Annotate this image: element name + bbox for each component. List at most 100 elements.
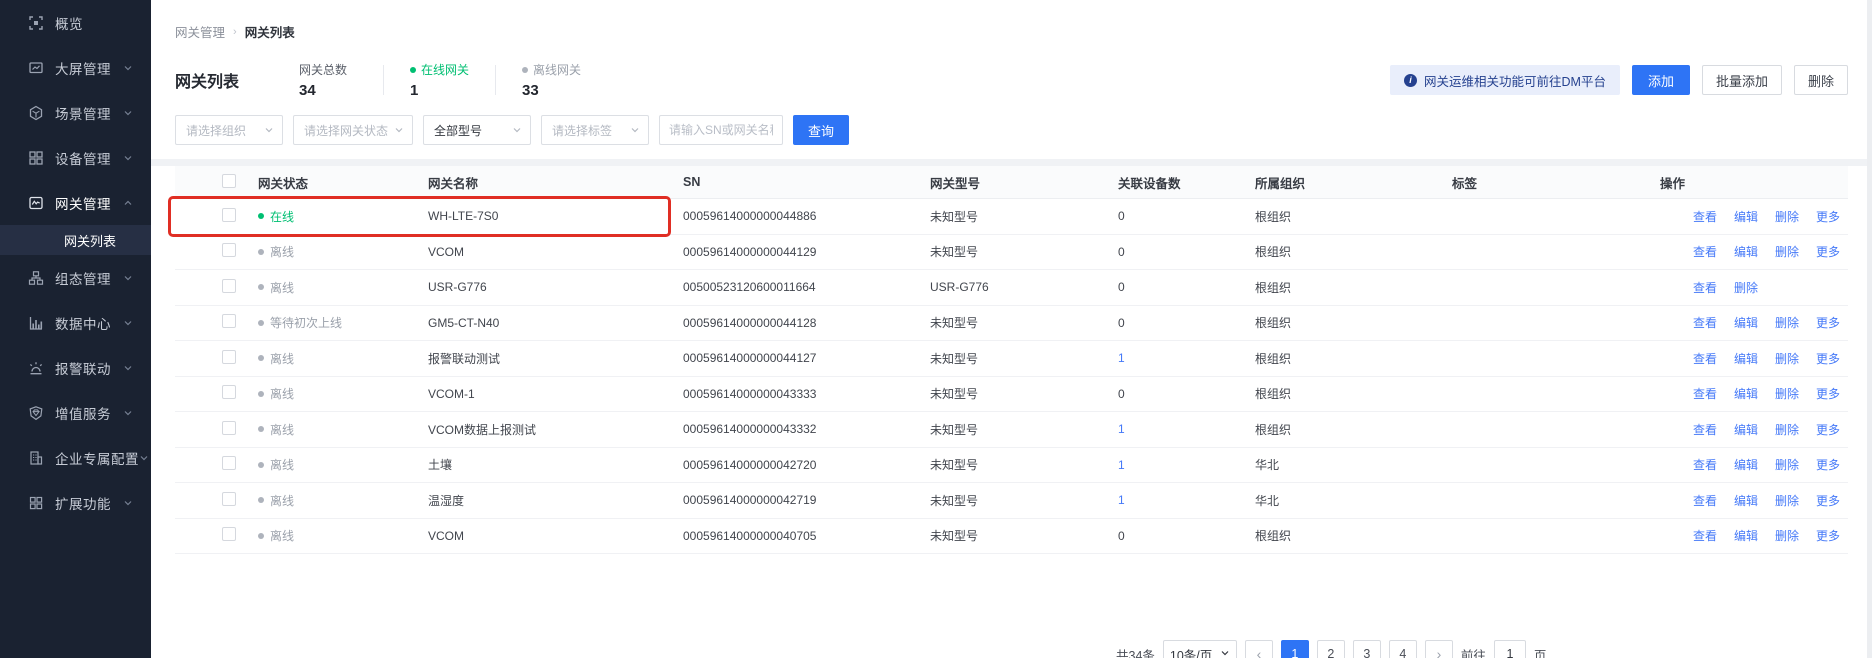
action-link[interactable]: 查看 [1693,456,1717,473]
sidebar-item[interactable]: 概览 [0,0,151,45]
action-link[interactable]: 删除 [1775,208,1799,225]
action-link[interactable]: 删除 [1775,456,1799,473]
next-page-button[interactable]: › [1425,640,1453,658]
action-link[interactable]: 更多 [1816,421,1840,438]
page-number-button[interactable]: 3 [1353,640,1381,658]
sidebar-item[interactable]: 设备管理 [0,135,151,180]
action-link[interactable]: 更多 [1816,385,1840,402]
action-link[interactable]: 查看 [1693,350,1717,367]
action-link[interactable]: 更多 [1816,350,1840,367]
action-link[interactable]: 删除 [1775,421,1799,438]
device-count[interactable]: 1 [1118,493,1255,507]
action-link[interactable]: 查看 [1693,492,1717,509]
action-link[interactable]: 更多 [1816,243,1840,260]
row-checkbox[interactable] [222,456,236,470]
row-actions: 查看编辑删除更多 [1660,421,1848,438]
action-link[interactable]: 查看 [1693,314,1717,331]
gateway-model: 未知型号 [930,492,1118,509]
sidebar: 概览大屏管理场景管理设备管理网关管理网关列表组态管理数据中心报警联动增值服务企业… [0,0,151,658]
column-header: 标签 [1452,173,1660,192]
action-link[interactable]: 更多 [1816,456,1840,473]
action-link[interactable]: 查看 [1693,527,1717,544]
device-count[interactable]: 1 [1118,458,1255,472]
device-count[interactable]: 1 [1118,351,1255,365]
action-link[interactable]: 编辑 [1734,456,1758,473]
sidebar-item[interactable]: 报警联动 [0,345,151,390]
action-link[interactable]: 更多 [1816,527,1840,544]
page-size-select[interactable]: 10条/页 [1163,640,1237,658]
sidebar-item[interactable]: 扩展功能 [0,480,151,525]
gateway-org: 根组织 [1255,208,1452,225]
row-checkbox[interactable] [222,492,236,506]
action-link[interactable]: 查看 [1693,385,1717,402]
action-link[interactable]: 删除 [1775,527,1799,544]
sidebar-subitem[interactable]: 网关列表 [0,225,151,255]
gateway-name: USR-G776 [428,280,683,294]
sidebar-item[interactable]: 企业专属配置 [0,435,151,480]
model-filter-select[interactable]: 全部型号 [423,115,531,145]
status-dot [258,426,264,432]
status-dot [258,355,264,361]
page-number-button[interactable]: 2 [1317,640,1345,658]
action-link[interactable]: 编辑 [1734,314,1758,331]
row-checkbox[interactable] [222,208,236,222]
status-filter-select[interactable]: 请选择网关状态 [293,115,413,145]
row-checkbox[interactable] [222,421,236,435]
action-link[interactable]: 更多 [1816,314,1840,331]
add-button[interactable]: 添加 [1632,65,1690,95]
sidebar-item[interactable]: 大屏管理 [0,45,151,90]
gateway-org: 根组织 [1255,385,1452,402]
sn-search-input[interactable] [659,115,783,145]
action-link[interactable]: 查看 [1693,279,1717,296]
action-link[interactable]: 编辑 [1734,350,1758,367]
breadcrumb-parent[interactable]: 网关管理 [175,22,225,41]
action-link[interactable]: 删除 [1775,243,1799,260]
action-link[interactable]: 编辑 [1734,243,1758,260]
row-checkbox[interactable] [222,527,236,541]
select-all-checkbox[interactable] [222,174,236,188]
org-filter-select[interactable]: 请选择组织 [175,115,283,145]
action-link[interactable]: 编辑 [1734,421,1758,438]
column-header: SN [683,175,930,189]
action-link[interactable]: 编辑 [1734,208,1758,225]
action-link[interactable]: 编辑 [1734,492,1758,509]
action-link[interactable]: 删除 [1734,279,1758,296]
action-link[interactable]: 查看 [1693,243,1717,260]
row-checkbox[interactable] [222,243,236,257]
action-link[interactable]: 查看 [1693,208,1717,225]
action-link[interactable]: 编辑 [1734,527,1758,544]
sidebar-item[interactable]: 数据中心 [0,300,151,345]
page-number-button[interactable]: 4 [1389,640,1417,658]
device-count[interactable]: 1 [1118,422,1255,436]
sidebar-item[interactable]: 组态管理 [0,255,151,300]
jump-page-input[interactable] [1494,640,1526,658]
gateway-status: 离线 [270,243,294,260]
scrollbar-track[interactable] [1867,0,1872,658]
query-button[interactable]: 查询 [793,115,849,145]
batch-add-button[interactable]: 批量添加 [1702,65,1782,95]
row-actions: 查看编辑删除更多 [1660,243,1848,260]
action-link[interactable]: 删除 [1775,314,1799,331]
action-link[interactable]: 查看 [1693,421,1717,438]
sidebar-item[interactable]: 网关管理 [0,180,151,225]
row-checkbox[interactable] [222,314,236,328]
page-number-button[interactable]: 1 [1281,640,1309,658]
action-link[interactable]: 删除 [1775,350,1799,367]
gateway-model: USR-G776 [930,280,1118,294]
breadcrumb-separator-icon: › [233,26,237,38]
chevron-down-icon [512,125,522,135]
action-link[interactable]: 编辑 [1734,385,1758,402]
row-checkbox[interactable] [222,350,236,364]
sidebar-item[interactable]: 场景管理 [0,90,151,135]
row-checkbox[interactable] [222,279,236,293]
row-checkbox[interactable] [222,385,236,399]
tag-filter-select[interactable]: 请选择标签 [541,115,649,145]
action-link[interactable]: 更多 [1816,208,1840,225]
action-link[interactable]: 删除 [1775,492,1799,509]
delete-button[interactable]: 删除 [1794,65,1848,95]
prev-page-button[interactable]: ‹ [1245,640,1273,658]
sidebar-item[interactable]: 增值服务 [0,390,151,435]
action-link[interactable]: 更多 [1816,492,1840,509]
action-link[interactable]: 删除 [1775,385,1799,402]
gateway-model: 未知型号 [930,421,1118,438]
